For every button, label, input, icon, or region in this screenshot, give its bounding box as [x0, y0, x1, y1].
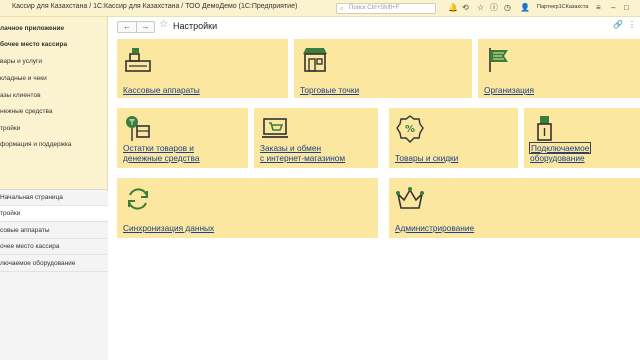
usb-device-icon	[537, 116, 552, 141]
tile-connected-equipment[interactable]: Подключаемое оборудование	[524, 108, 640, 168]
search-icon: ⌕	[340, 6, 344, 12]
online-store-icon	[262, 118, 288, 138]
menu-icon[interactable]: ≡	[596, 2, 601, 14]
window-title: Кассир для Казахстана / 1С:Кассир для Ка…	[12, 3, 298, 10]
open-window-cashier-workplace[interactable]: очее место кассира	[0, 239, 108, 255]
tile-label-line1[interactable]: Остатки товаров и	[123, 143, 194, 153]
tile-trade-points[interactable]: Торговые точки	[294, 39, 472, 98]
search-placeholder: Поиск Ctrl+Shift+F	[349, 5, 400, 11]
discount-icon: %	[396, 115, 424, 143]
more-menu-icon[interactable]: ⋮	[628, 20, 636, 30]
minimize-icon[interactable]: –	[611, 2, 615, 14]
store-icon	[303, 48, 327, 72]
sidebar: лачное приложение бочее место кассира ва…	[0, 17, 108, 360]
tile-label[interactable]: Торговые точки	[300, 85, 359, 95]
crown-icon	[396, 187, 424, 209]
tile-goods-discounts[interactable]: % Товары и скидки	[389, 108, 518, 168]
sidebar-item-invoices[interactable]: кладные и чеки	[0, 75, 47, 82]
user-name[interactable]: Партнер1СКазахста	[537, 4, 588, 10]
history-icon[interactable]: ⟲	[462, 2, 469, 14]
tile-label-line2[interactable]: с интернет-магазином	[260, 153, 345, 163]
tile-label[interactable]: Кассовые аппараты	[123, 85, 200, 95]
sidebar-item-goods[interactable]: вары и услуги	[0, 58, 42, 65]
search-input[interactable]: ⌕ Поиск Ctrl+Shift+F	[336, 3, 436, 14]
open-window-home[interactable]: Начальная страница	[0, 190, 108, 206]
info-icon[interactable]: ⓘ	[490, 2, 498, 14]
tile-label[interactable]: Синхронизация данных	[123, 223, 214, 233]
open-window-settings[interactable]: тройки	[0, 206, 108, 222]
page-title: Настройки	[173, 21, 218, 31]
main-content: ← → ☆ Настройки 🔗 ⋮ Кассовые аппараты То…	[109, 17, 640, 360]
forward-button[interactable]: →	[136, 22, 154, 32]
tile-label-line1[interactable]: Заказы и обмен	[260, 143, 321, 153]
tile-label[interactable]: Товары и скидки	[395, 153, 458, 163]
tile-orders-exchange[interactable]: Заказы и обмен с интернет-магазином	[254, 108, 378, 168]
svg-text:%: %	[405, 124, 415, 135]
cash-register-icon	[125, 48, 151, 72]
favorite-star-icon[interactable]: ☆	[159, 19, 168, 31]
tile-data-sync[interactable]: Синхронизация данных	[117, 178, 378, 238]
sidebar-item-money[interactable]: нежные средства	[0, 108, 53, 115]
balances-icon: ₸	[126, 116, 150, 141]
user-icon[interactable]: 👤	[520, 2, 530, 14]
maximize-icon[interactable]: □	[624, 2, 629, 14]
window-titlebar: Кассир для Казахстана / 1С:Кассир для Ка…	[0, 0, 640, 17]
tile-balances[interactable]: ₸ Остатки товаров и денежные средства	[117, 108, 248, 168]
organization-flag-icon	[489, 48, 508, 72]
tile-cash-registers[interactable]: Кассовые аппараты	[117, 39, 288, 98]
sidebar-item-support[interactable]: формация и поддержка	[0, 141, 72, 148]
tile-label[interactable]: Организация	[484, 85, 534, 95]
sidebar-item-cashier-workplace[interactable]: бочее место кассира	[0, 41, 67, 48]
open-window-equipment[interactable]: лючаемое оборудование	[0, 256, 108, 272]
sidebar-item-home-app[interactable]: лачное приложение	[0, 25, 64, 32]
tile-label[interactable]: Администрирование	[395, 223, 474, 233]
tile-label-line2[interactable]: денежные средства	[123, 153, 200, 163]
sidebar-item-settings[interactable]: тройки	[0, 125, 20, 132]
tile-organization[interactable]: Организация	[478, 39, 640, 98]
open-window-cash-registers[interactable]: совые аппараты	[0, 223, 108, 239]
history-nav: ← →	[117, 21, 155, 33]
bell-icon[interactable]: 🔔	[448, 2, 458, 14]
star-icon[interactable]: ☆	[477, 2, 484, 14]
link-icon[interactable]: 🔗	[613, 20, 623, 30]
tile-label-line2[interactable]: оборудование	[530, 153, 585, 163]
back-button[interactable]: ←	[118, 22, 136, 32]
open-windows-list: Начальная страница тройки совые аппараты…	[0, 189, 108, 360]
sync-icon	[128, 188, 148, 210]
tile-administration[interactable]: Администрирование	[389, 178, 640, 238]
sidebar-item-clients[interactable]: азы клиентов	[0, 92, 41, 99]
clock-icon[interactable]: ◷	[504, 2, 511, 14]
